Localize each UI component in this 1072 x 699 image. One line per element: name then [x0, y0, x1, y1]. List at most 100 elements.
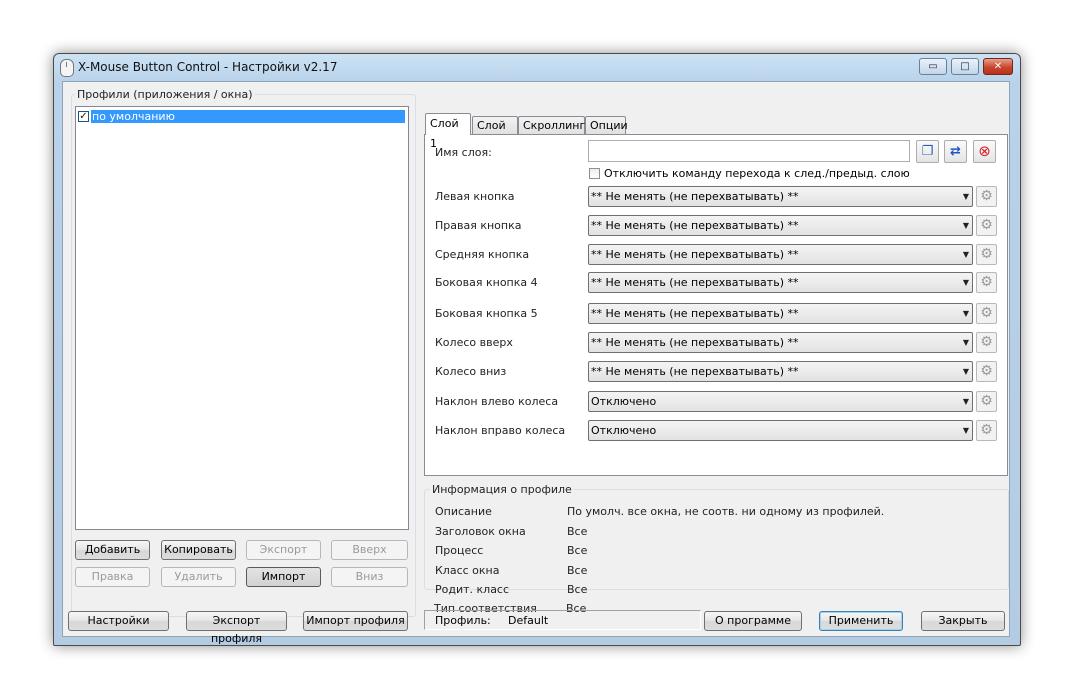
wheel-up-select[interactable]: ** Не менять (не перехватывать) ** ▼: [588, 332, 973, 353]
left-button-label: Левая кнопка: [435, 190, 515, 203]
delete-profile-button[interactable]: Удалить: [161, 567, 236, 587]
select-value: ** Не менять (не перехватывать) **: [591, 190, 799, 203]
import-profile-button[interactable]: Импорт профиля: [303, 611, 408, 631]
chevron-down-icon: ▼: [962, 221, 969, 230]
profile-checkbox[interactable]: ✓: [78, 110, 89, 122]
add-profile-button[interactable]: Добавить: [75, 540, 150, 560]
move-down-button[interactable]: Вниз: [331, 567, 408, 587]
side-button-4-select[interactable]: ** Не менять (не перехватывать) ** ▼: [588, 272, 973, 293]
status-profile-value: Default: [508, 614, 549, 627]
chevron-down-icon: ▼: [962, 278, 969, 287]
profile-info-group: Описание По умолч. все окна, не соотв. н…: [424, 489, 1009, 596]
select-value: Отключено: [591, 395, 657, 408]
status-label: Профиль:: [435, 614, 491, 627]
layer-panel: Имя слоя: ❐ ⇄ ⊗ Отключить команду перехо…: [424, 134, 1008, 476]
side-button-5-label: Боковая кнопка 5: [435, 307, 538, 320]
select-value: ** Не менять (не перехватывать) **: [591, 336, 799, 349]
gear-icon[interactable]: ⚙: [976, 244, 997, 265]
chevron-down-icon: ▼: [962, 426, 969, 435]
profiles-group-title: Профили (приложения / окна): [75, 88, 255, 101]
select-value: ** Не менять (не перехватывать) **: [591, 219, 799, 232]
status-bar: Профиль: Default: [424, 610, 701, 630]
maximize-button[interactable]: □: [951, 58, 979, 75]
middle-button-label: Средняя кнопка: [435, 248, 530, 261]
wheel-down-select[interactable]: ** Не менять (не перехватывать) ** ▼: [588, 361, 973, 382]
move-up-button[interactable]: Вверх: [331, 540, 408, 560]
chevron-down-icon: ▼: [962, 309, 969, 318]
disable-switch-checkbox[interactable]: [589, 168, 600, 179]
mouse-icon: [60, 59, 74, 77]
tab-options[interactable]: Опции: [585, 116, 628, 134]
gear-icon[interactable]: ⚙: [976, 361, 997, 382]
select-value: ** Не менять (не перехватывать) **: [591, 276, 799, 289]
layer-name-label: Имя слоя:: [435, 146, 492, 159]
swap-icon[interactable]: ⇄: [944, 140, 967, 163]
copy-icon[interactable]: ❐: [916, 140, 939, 163]
apply-button[interactable]: Применить: [819, 611, 903, 631]
tilt-left-label: Наклон влево колеса: [435, 395, 559, 408]
info-window-title-label: Заголовок окна: [435, 525, 526, 538]
window-title: X-Mouse Button Control - Настройки v2.17: [78, 60, 338, 74]
select-value: Отключено: [591, 424, 657, 437]
info-description-value: По умолч. все окна, не соотв. ни одному …: [567, 505, 885, 518]
gear-icon[interactable]: ⚙: [976, 303, 997, 324]
copy-profile-button[interactable]: Копировать: [161, 540, 236, 560]
side-button-5-select[interactable]: ** Не менять (не перехватывать) ** ▼: [588, 303, 973, 324]
import-button[interactable]: Импорт: [246, 567, 321, 587]
wheel-down-label: Колесо вниз: [435, 365, 507, 378]
clear-icon[interactable]: ⊗: [973, 140, 996, 163]
tab-scrolling[interactable]: Скроллинг: [518, 116, 585, 134]
edit-profile-button[interactable]: Правка: [75, 567, 150, 587]
info-description-label: Описание: [435, 505, 492, 518]
info-window-class-label: Класс окна: [435, 564, 500, 577]
gear-icon[interactable]: ⚙: [976, 272, 997, 293]
info-parent-class-label: Родит. класс: [435, 583, 510, 596]
layer-name-input[interactable]: [588, 140, 910, 162]
chevron-down-icon: ▼: [962, 192, 969, 201]
chevron-down-icon: ▼: [962, 250, 969, 259]
minimize-button[interactable]: ▭: [919, 58, 947, 75]
tab-layer-1[interactable]: Слой 1: [425, 113, 471, 150]
info-process-value: Все: [567, 544, 588, 557]
side-button-4-label: Боковая кнопка 4: [435, 276, 538, 289]
close-window-button[interactable]: ✕: [983, 58, 1013, 75]
select-value: ** Не менять (не перехватывать) **: [591, 307, 799, 320]
title-bar[interactable]: X-Mouse Button Control - Настройки v2.17…: [54, 54, 1020, 81]
select-value: ** Не менять (не перехватывать) **: [591, 248, 799, 261]
right-button-select[interactable]: ** Не менять (не перехватывать) ** ▼: [588, 215, 973, 236]
left-button-select[interactable]: ** Не менять (не перехватывать) ** ▼: [588, 186, 973, 207]
about-button[interactable]: О программе: [704, 611, 802, 631]
info-parent-class-value: Все: [567, 583, 588, 596]
gear-icon[interactable]: ⚙: [976, 186, 997, 207]
tilt-right-select[interactable]: Отключено ▼: [588, 420, 973, 441]
settings-button[interactable]: Настройки: [68, 611, 169, 631]
right-button-label: Правая кнопка: [435, 219, 522, 232]
profile-info-group-title: Информация о профиле: [430, 483, 574, 496]
tab-layer-2[interactable]: Слой 2: [472, 116, 518, 149]
gear-icon[interactable]: ⚙: [976, 391, 997, 412]
app-window: X-Mouse Button Control - Настройки v2.17…: [53, 53, 1021, 646]
export-profile-button[interactable]: Экспорт профиля: [186, 611, 287, 645]
profile-label: по умолчанию: [91, 109, 405, 123]
list-item[interactable]: ✓ по умолчанию: [78, 109, 405, 123]
close-button[interactable]: Закрыть: [921, 611, 1005, 631]
select-value: ** Не менять (не перехватывать) **: [591, 365, 799, 378]
wheel-up-label: Колесо вверх: [435, 336, 513, 349]
info-window-class-value: Все: [567, 564, 588, 577]
chevron-down-icon: ▼: [962, 367, 969, 376]
middle-button-select[interactable]: ** Не менять (не перехватывать) ** ▼: [588, 244, 973, 265]
info-window-title-value: Все: [567, 525, 588, 538]
gear-icon[interactable]: ⚙: [976, 332, 997, 353]
client-area: Профили (приложения / окна) ✓ по умолчан…: [62, 81, 1010, 645]
export-button[interactable]: Экспорт: [246, 540, 321, 560]
info-process-label: Процесс: [435, 544, 484, 557]
gear-icon[interactable]: ⚙: [976, 215, 997, 236]
chevron-down-icon: ▼: [962, 397, 969, 406]
disable-switch-option[interactable]: Отключить команду перехода к след./преды…: [589, 167, 910, 180]
chevron-down-icon: ▼: [962, 338, 969, 347]
disable-switch-label: Отключить команду перехода к след./преды…: [604, 167, 910, 180]
tilt-left-select[interactable]: Отключено ▼: [588, 391, 973, 412]
tilt-right-label: Наклон вправо колеса: [435, 424, 566, 437]
gear-icon[interactable]: ⚙: [976, 420, 997, 441]
profiles-list[interactable]: ✓ по умолчанию: [75, 106, 409, 530]
